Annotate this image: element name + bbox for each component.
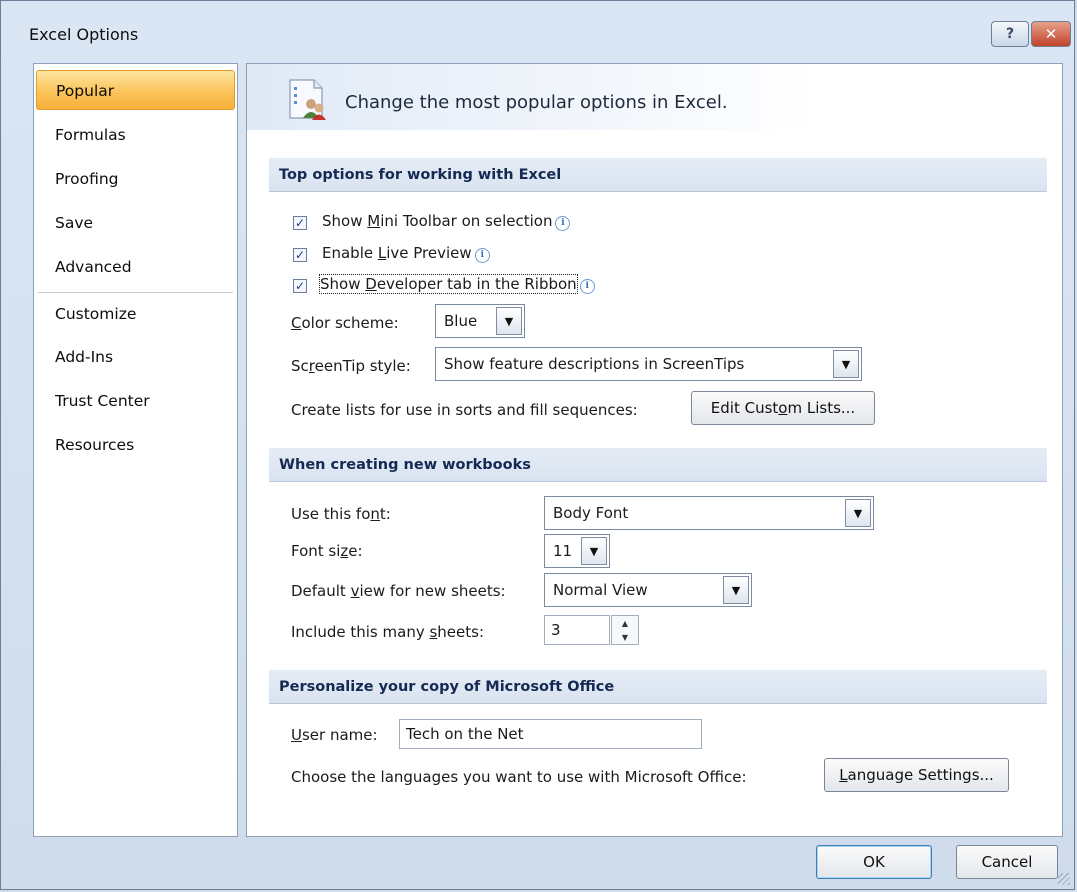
info-icon: i [579, 279, 595, 294]
sheets-count-input[interactable]: 3 [544, 615, 610, 645]
languages-label: Choose the languages you want to use wit… [291, 768, 747, 786]
mini-toolbar-accesskey: M [367, 212, 381, 230]
language-settings-accesskey: L [839, 766, 848, 784]
title-bar[interactable]: Excel Options ? ✕ [1, 1, 1074, 57]
custom-lists-label: Create lists for use in sorts and fill s… [291, 401, 638, 419]
live-preview-accesskey: L [377, 244, 387, 262]
popular-options-icon [289, 79, 326, 120]
developer-tab-checkbox[interactable]: ✓ [293, 279, 307, 293]
font-size-dropdown[interactable]: 11 ▼ [544, 534, 610, 568]
edit-custom-lists-accesskey: o [778, 399, 788, 417]
resize-grip[interactable] [1058, 873, 1070, 885]
info-icon: i [474, 248, 490, 263]
nav-item-resources[interactable]: Resources [36, 425, 235, 465]
sheets-label-post: heets: [437, 623, 485, 641]
default-view-label-post: iew for new sheets: [359, 582, 506, 600]
close-button[interactable]: ✕ [1031, 21, 1071, 47]
nav-item-customize[interactable]: Customize [36, 294, 235, 334]
mini-toolbar-label[interactable]: Show Mini Toolbar on selection i [322, 212, 571, 231]
developer-tab-focus: Show Developer tab in the Ribbon [319, 274, 578, 294]
language-settings-button[interactable]: Language Settings... [824, 758, 1009, 792]
user-name-label: User name: [291, 726, 378, 744]
options-panel: Change the most popular options in Excel… [246, 63, 1063, 837]
color-scheme-accesskey: C [291, 314, 302, 332]
font-size-label: Font size: [291, 542, 363, 560]
category-nav: Popular Formulas Proofing Save Advanced … [33, 63, 238, 837]
font-value: Body Font [553, 504, 629, 522]
dropdown-arrow-icon[interactable]: ▼ [845, 499, 871, 527]
nav-item-advanced[interactable]: Advanced [36, 247, 235, 287]
section-personalize: Personalize your copy of Microsoft Offic… [269, 670, 1047, 704]
nav-item-add-ins[interactable]: Add-Ins [36, 337, 235, 377]
sheets-count-spinner[interactable]: ▲ ▼ [611, 615, 639, 645]
font-dropdown[interactable]: Body Font ▼ [544, 496, 874, 530]
excel-options-dialog: Excel Options ? ✕ Popular Formulas Proof… [0, 0, 1075, 890]
nav-item-proofing[interactable]: Proofing [36, 159, 235, 199]
edit-custom-lists-pre: Edit Cust [710, 399, 779, 417]
language-settings-rest: anguage Settings... [847, 766, 994, 784]
nav-item-popular[interactable]: Popular [36, 70, 235, 110]
dropdown-arrow-icon[interactable]: ▼ [833, 350, 859, 378]
edit-custom-lists-post: m Lists... [787, 399, 856, 417]
color-scheme-label-rest: olor scheme: [301, 314, 399, 332]
dropdown-arrow-icon[interactable]: ▼ [723, 576, 749, 604]
screentip-style-dropdown[interactable]: Show feature descriptions in ScreenTips … [435, 347, 862, 381]
info-icon: i [555, 216, 571, 231]
color-scheme-label: Color scheme: [291, 314, 399, 332]
mini-toolbar-label-post: ini Toolbar on selection [380, 212, 553, 230]
color-scheme-dropdown[interactable]: Blue ▼ [435, 304, 525, 338]
sheets-label-pre: Include this many [291, 623, 430, 641]
live-preview-checkbox[interactable]: ✓ [293, 248, 307, 262]
font-size-label-pre: Font si [291, 542, 341, 560]
cancel-button[interactable]: Cancel [956, 845, 1058, 879]
panel-header-text: Change the most popular options in Excel… [345, 92, 728, 113]
nav-item-trust-center[interactable]: Trust Center [36, 381, 235, 421]
color-scheme-value: Blue [444, 312, 478, 330]
user-name-accesskey: U [291, 726, 302, 744]
font-label-pre: Use this fo [291, 505, 371, 523]
default-view-label-pre: Default [291, 582, 351, 600]
developer-tab-label-post: eveloper tab in the Ribbon [376, 275, 577, 293]
dropdown-arrow-icon[interactable]: ▼ [496, 307, 522, 335]
font-label: Use this font: [291, 505, 391, 523]
default-view-label: Default view for new sheets: [291, 582, 506, 600]
font-size-label-post: e: [348, 542, 363, 560]
live-preview-label[interactable]: Enable Live Preview i [322, 244, 490, 263]
developer-tab-label[interactable]: Show Developer tab in the Ribbon i [319, 274, 595, 294]
nav-item-save[interactable]: Save [36, 203, 235, 243]
help-button[interactable]: ? [991, 21, 1029, 47]
default-view-value: Normal View [553, 581, 648, 599]
mini-toolbar-label-pre: Show [322, 212, 368, 230]
screentip-label-pre: Sc [291, 357, 309, 375]
font-accesskey: n [370, 505, 380, 523]
ok-button[interactable]: OK [816, 845, 932, 879]
edit-custom-lists-button[interactable]: Edit Cust o m Lists... [691, 391, 875, 425]
spin-up-icon[interactable]: ▲ [612, 616, 638, 630]
dropdown-arrow-icon[interactable]: ▼ [581, 537, 607, 565]
screentip-style-label: ScreenTip style: [291, 357, 411, 375]
font-size-value: 11 [553, 542, 573, 560]
section-top-options: Top options for working with Excel [269, 158, 1047, 192]
sheets-count-label: Include this many sheets: [291, 623, 484, 641]
developer-tab-label-pre: Show [320, 275, 366, 293]
panel-header: Change the most popular options in Excel… [247, 64, 1062, 130]
mini-toolbar-checkbox[interactable]: ✓ [293, 216, 307, 230]
screentip-value: Show feature descriptions in ScreenTips [444, 355, 745, 373]
spin-down-icon[interactable]: ▼ [612, 630, 638, 644]
nav-separator [38, 292, 233, 293]
user-name-input[interactable]: Tech on the Net [399, 719, 702, 749]
developer-tab-accesskey: D [365, 275, 377, 293]
default-view-dropdown[interactable]: Normal View ▼ [544, 573, 752, 607]
section-new-workbooks: When creating new workbooks [269, 448, 1047, 482]
user-name-label-rest: ser name: [301, 726, 378, 744]
window-title: Excel Options [29, 25, 139, 44]
font-label-post: t: [379, 505, 391, 523]
live-preview-label-pre: Enable [322, 244, 378, 262]
nav-item-formulas[interactable]: Formulas [36, 115, 235, 155]
screentip-label-post: eenTip style: [314, 357, 411, 375]
live-preview-label-post: ive Preview [386, 244, 472, 262]
